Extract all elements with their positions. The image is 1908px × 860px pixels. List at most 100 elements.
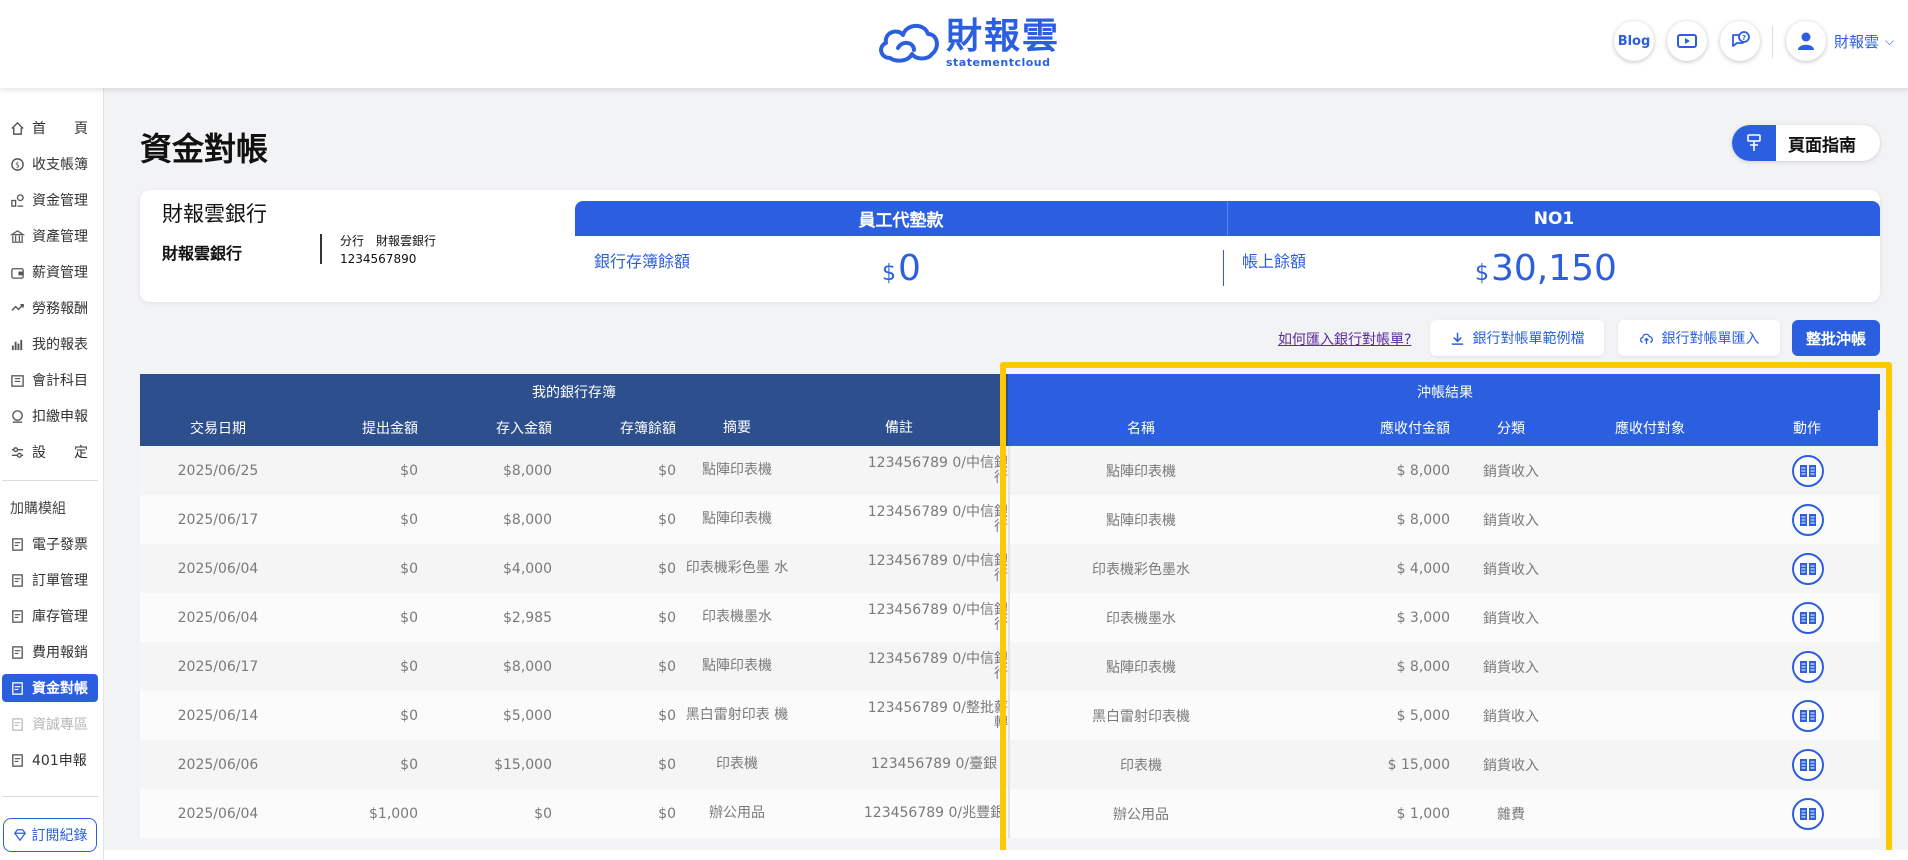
sidebar-item-expenses[interactable]: 費用報銷 bbox=[2, 638, 98, 666]
row-memo: 印表機墨水 bbox=[702, 609, 772, 625]
avatar[interactable] bbox=[1786, 21, 1826, 61]
help-button[interactable]: ? bbox=[1720, 21, 1760, 61]
document-icon bbox=[12, 717, 23, 731]
col-header-balance[interactable]: 存簿餘額 bbox=[560, 410, 684, 446]
sidebar-item-401-filing[interactable]: 401申報 bbox=[2, 746, 98, 774]
row-party bbox=[1564, 691, 1736, 740]
row-memo: 黑白雷射印表 機 bbox=[685, 707, 789, 723]
user-menu[interactable]: 財報雲 ⌵ bbox=[1786, 21, 1894, 61]
row-note: 123456789 0/兆豐銀 bbox=[863, 805, 1005, 821]
sidebar-item-reconciliation[interactable]: 資金對帳 bbox=[2, 674, 98, 702]
sample-file-button[interactable]: 銀行對帳單範例檔 bbox=[1430, 320, 1604, 356]
sidebar-item-label: 我的報表 bbox=[32, 337, 88, 353]
sidebar-item-settings[interactable]: 設 定 bbox=[2, 438, 98, 466]
svg-text:?: ? bbox=[1742, 34, 1746, 42]
sidebar-item-funds[interactable]: 資金管理 bbox=[2, 186, 98, 214]
sidebar-item-accounts[interactable]: 會計科目 bbox=[2, 366, 98, 394]
col-header-action[interactable]: 動作 bbox=[1736, 410, 1878, 446]
sidebar-item-payroll[interactable]: 薪資管理 bbox=[2, 258, 98, 286]
row-deposit: $8,000 bbox=[503, 658, 552, 675]
account-category: 員工代墊款 bbox=[575, 201, 1228, 236]
reconcile-detail-button[interactable] bbox=[1792, 748, 1824, 781]
table-row: 2025/06/04 $1,000 $0 $0 辦公用品 123456789 0/兆豐銀 辦… bbox=[140, 789, 1880, 838]
col-header-name[interactable]: 名稱 bbox=[1010, 410, 1272, 446]
sidebar-item-ledger[interactable]: $ 收支帳簿 bbox=[2, 150, 98, 178]
sidebar-divider bbox=[2, 480, 98, 481]
page-title: 資金對帳 bbox=[140, 130, 269, 168]
row-balance: $0 bbox=[658, 805, 676, 822]
row-name: 印表機彩色墨水 bbox=[1092, 561, 1190, 578]
row-party bbox=[1564, 495, 1736, 544]
subscription-button[interactable]: 訂閱紀錄 bbox=[3, 818, 97, 852]
account-code: NO1 bbox=[1533, 208, 1575, 229]
import-statement-button[interactable]: 銀行對帳單匯入 bbox=[1618, 320, 1780, 356]
document-pair-icon bbox=[1800, 562, 1816, 575]
table-row: 2025/06/25 $0 $8,000 $0 點陣印表機 123456789 0/中信銀… bbox=[140, 446, 1880, 495]
sample-file-label: 銀行對帳單範例檔 bbox=[1472, 331, 1585, 347]
sidebar-item-inventory[interactable]: 庫存管理 bbox=[2, 602, 98, 630]
guide-icon bbox=[1732, 125, 1776, 161]
sidebar-item-label: 勞務報酬 bbox=[32, 301, 88, 317]
tutorial-button[interactable] bbox=[1667, 21, 1707, 61]
table-row: 2025/06/14 $0 $5,000 $0 黑白雷射印表 機 123456789 0/… bbox=[140, 691, 1880, 740]
sidebar-item-label: 401申報 bbox=[32, 753, 87, 769]
how-to-import-link[interactable]: 如何匯入銀行對帳單? bbox=[1278, 329, 1411, 349]
row-name: 辦公用品 bbox=[1113, 806, 1169, 823]
document-pair-icon bbox=[1800, 611, 1816, 624]
row-party bbox=[1564, 544, 1736, 593]
sidebar-item-assets[interactable]: 資產管理 bbox=[2, 222, 98, 250]
sidebar-item-orders[interactable]: 訂單管理 bbox=[2, 566, 98, 594]
sidebar-item-label: 電子發票 bbox=[32, 537, 88, 553]
row-category: 銷貨收入 bbox=[1483, 708, 1539, 725]
col-header-party[interactable]: 應收付對象 bbox=[1564, 410, 1736, 446]
sidebar-item-home[interactable]: 首 頁 bbox=[2, 114, 98, 142]
col-header-date[interactable]: 交易日期 bbox=[140, 410, 296, 446]
sidebar-item-labor[interactable]: 勞務報酬 bbox=[2, 294, 98, 322]
row-note: 123456789 0/中信銀行 bbox=[867, 552, 1008, 584]
sidebar-item-einvoice[interactable]: 電子發票 bbox=[2, 530, 98, 558]
col-header-withdraw[interactable]: 提出金額 bbox=[296, 410, 426, 446]
sidebar-item-pwc-zone[interactable]: 資誠專區 bbox=[2, 710, 98, 738]
sidebar-item-label: 首 頁 bbox=[32, 121, 88, 137]
col-header-category[interactable]: 分類 bbox=[1458, 410, 1564, 446]
reconcile-detail-button[interactable] bbox=[1792, 503, 1824, 536]
row-party bbox=[1564, 446, 1736, 495]
reconcile-detail-button[interactable] bbox=[1792, 552, 1824, 585]
row-deposit: $5,000 bbox=[503, 707, 552, 724]
batch-reconcile-button[interactable]: 整批沖帳 bbox=[1792, 320, 1880, 356]
sidebar-item-label: 資產管理 bbox=[32, 229, 88, 245]
row-party bbox=[1564, 593, 1736, 642]
svg-text:$: $ bbox=[15, 160, 20, 169]
monitor-play-icon bbox=[1677, 34, 1697, 48]
col-header-amount[interactable]: 應收付金額 bbox=[1272, 410, 1458, 446]
row-action bbox=[1736, 446, 1880, 495]
reconcile-detail-button[interactable] bbox=[1792, 601, 1824, 634]
bank-branch-info: 分行 財報雲銀行 1234567890 bbox=[340, 232, 448, 268]
coin-icon: $ bbox=[11, 157, 24, 171]
row-category: 銷貨收入 bbox=[1483, 463, 1539, 480]
row-action bbox=[1736, 544, 1880, 593]
row-deposit: $2,985 bbox=[503, 609, 552, 626]
page-guide-button[interactable]: 頁面指南 bbox=[1732, 125, 1880, 161]
sidebar-item-reports[interactable]: 我的報表 bbox=[2, 330, 98, 358]
sidebar-item-label: 訂單管理 bbox=[32, 573, 88, 589]
row-amount: $ 8,000 bbox=[1396, 462, 1450, 479]
reconcile-detail-button[interactable] bbox=[1792, 454, 1824, 487]
col-header-deposit[interactable]: 存入金額 bbox=[426, 410, 560, 446]
blog-button[interactable]: Blog bbox=[1614, 21, 1654, 61]
row-note: 123456789 0/中信銀行 bbox=[867, 503, 1008, 535]
row-withdraw: $0 bbox=[400, 707, 418, 724]
sidebar-item-withholding[interactable]: 扣繳申報 bbox=[2, 402, 98, 430]
row-balance: $0 bbox=[658, 756, 676, 773]
reconcile-detail-button[interactable] bbox=[1792, 797, 1824, 830]
col-header-note[interactable]: 備註 bbox=[790, 410, 1008, 446]
reconcile-detail-button[interactable] bbox=[1792, 650, 1824, 683]
subscription-label: 訂閱紀錄 bbox=[31, 828, 88, 844]
sidebar-item-label: 會計科目 bbox=[32, 373, 88, 389]
sidebar: 首 頁 $ 收支帳簿 資金管理 資產管理 薪資管理 勞務報酬 我的報表 會計科目… bbox=[0, 88, 104, 860]
row-action bbox=[1736, 495, 1880, 544]
currency-symbol: $ bbox=[1475, 261, 1489, 286]
reconcile-detail-button[interactable] bbox=[1792, 699, 1824, 732]
app-logo[interactable]: 財報雲 statementcloud bbox=[876, 18, 1060, 68]
col-header-memo[interactable]: 摘要 bbox=[684, 410, 790, 446]
